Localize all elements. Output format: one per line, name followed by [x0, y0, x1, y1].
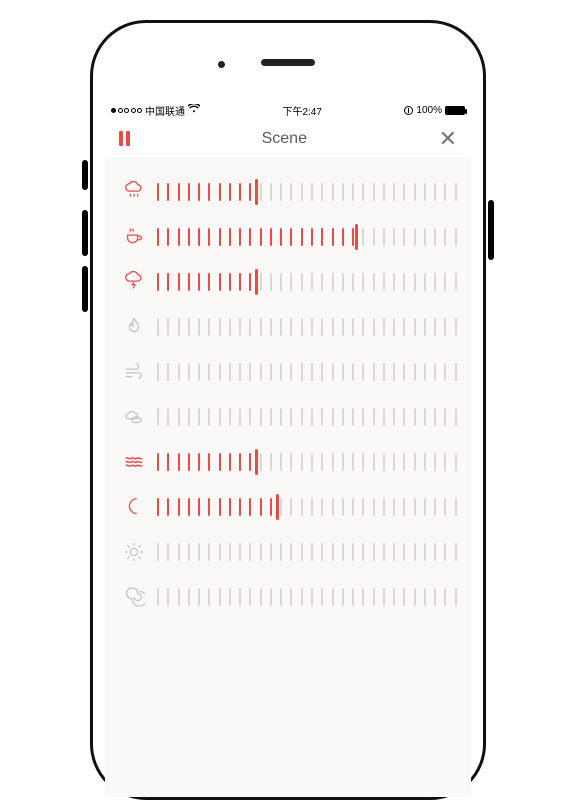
- battery-pct-label: 100%: [416, 105, 442, 116]
- page-title: Scene: [262, 130, 307, 148]
- sound-row: [119, 529, 457, 574]
- phone-volume-down: [82, 266, 88, 312]
- sound-mixer-list: [105, 159, 471, 619]
- status-bar: 中国联通 下午2:47 100%: [105, 101, 471, 119]
- volume-slider[interactable]: [157, 270, 457, 294]
- volume-slider[interactable]: [157, 315, 457, 339]
- sound-row: [119, 439, 457, 484]
- clock-label: 下午2:47: [282, 103, 321, 118]
- sound-row: [119, 394, 457, 439]
- phone-camera: [218, 61, 225, 68]
- phone-speaker: [261, 59, 315, 66]
- signal-strength-icon: [111, 108, 142, 113]
- coffee-icon[interactable]: [119, 226, 149, 248]
- waves-icon[interactable]: [119, 451, 149, 473]
- moon-icon[interactable]: [119, 496, 149, 518]
- close-button[interactable]: ✕: [439, 128, 457, 150]
- sound-row: [119, 484, 457, 529]
- sun-icon[interactable]: [119, 541, 149, 563]
- phone-frame: 中国联通 下午2:47 100% Scene ✕: [90, 20, 486, 800]
- thunder-icon[interactable]: [119, 271, 149, 293]
- sound-row: [119, 574, 457, 619]
- sound-row: [119, 304, 457, 349]
- phone-volume-up: [82, 210, 88, 256]
- sound-row: [119, 169, 457, 214]
- carrier-label: 中国联通: [145, 103, 185, 118]
- phone-mute-switch: [82, 160, 88, 190]
- clouds-icon[interactable]: [119, 406, 149, 428]
- phone-power-button: [488, 200, 494, 260]
- volume-slider[interactable]: [157, 405, 457, 429]
- rain-icon[interactable]: [119, 181, 149, 203]
- wifi-icon: [188, 104, 200, 116]
- fire-icon[interactable]: [119, 316, 149, 338]
- volume-slider[interactable]: [157, 225, 457, 249]
- orientation-lock-icon: [404, 106, 413, 115]
- sound-row: [119, 259, 457, 304]
- battery-icon: [445, 106, 465, 115]
- volume-slider[interactable]: [157, 540, 457, 564]
- sound-row: [119, 349, 457, 394]
- volume-slider[interactable]: [157, 360, 457, 384]
- volume-slider[interactable]: [157, 450, 457, 474]
- volume-slider[interactable]: [157, 180, 457, 204]
- app-screen: 中国联通 下午2:47 100% Scene ✕: [105, 101, 471, 797]
- wind-icon[interactable]: [119, 361, 149, 383]
- swirl-icon[interactable]: [119, 586, 149, 608]
- slider-thumb[interactable]: [276, 494, 279, 520]
- volume-slider[interactable]: [157, 495, 457, 519]
- pause-button[interactable]: [119, 131, 130, 146]
- sound-row: [119, 214, 457, 259]
- nav-bar: Scene ✕: [105, 119, 471, 159]
- volume-slider[interactable]: [157, 585, 457, 609]
